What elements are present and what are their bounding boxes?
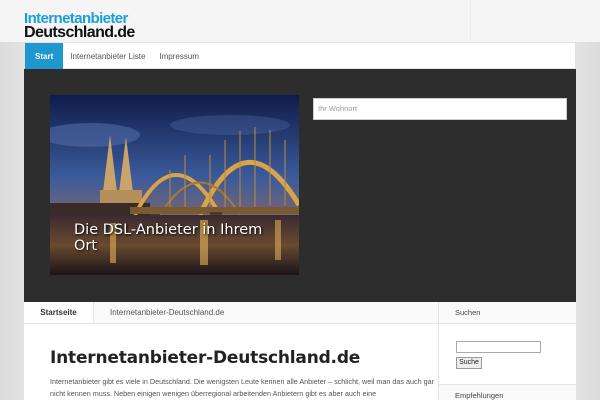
- nav-item-start[interactable]: Start: [25, 43, 64, 69]
- page-title: Internetanbieter-Deutschland.de: [50, 348, 361, 368]
- breadcrumb-home-link[interactable]: Startseite: [24, 302, 94, 323]
- sidebar-recommendations-heading: Empfehlungen: [439, 384, 576, 400]
- nav-item-impressum[interactable]: Impressum: [152, 43, 206, 69]
- header-divider: [470, 0, 471, 42]
- sidebar: Suchen Suche Empfehlungen: [438, 302, 576, 400]
- sidebar-search-heading: Suchen: [439, 302, 576, 324]
- main-navigation: Start Internetanbieter Liste Impressum: [24, 42, 576, 69]
- location-search-input[interactable]: Ihr Wohnort: [313, 98, 567, 120]
- logo-line-2: Deutschland.de: [24, 24, 135, 41]
- sidebar-search-button[interactable]: Suche: [456, 357, 482, 369]
- site-logo[interactable]: Internetanbieter Deutschland.de: [24, 11, 159, 42]
- hero-section: Die DSL-Anbieter in Ihrem Ort Ihr Wohnor…: [24, 69, 576, 302]
- intro-paragraph: Internetanbieter gibt es viele in Deutsc…: [50, 377, 434, 398]
- hero-caption: Die DSL-Anbieter in Ihrem Ort: [74, 222, 263, 254]
- content-area: Startseite Internetanbieter-Deutschland.…: [24, 302, 576, 400]
- nav-item-internetanbieter-liste[interactable]: Internetanbieter Liste: [63, 43, 152, 69]
- breadcrumb-current: Internetanbieter-Deutschland.de: [110, 308, 225, 317]
- sidebar-search-input[interactable]: [456, 341, 541, 353]
- hero-image[interactable]: Die DSL-Anbieter in Ihrem Ort: [50, 95, 299, 275]
- breadcrumb: Startseite Internetanbieter-Deutschland.…: [24, 302, 438, 324]
